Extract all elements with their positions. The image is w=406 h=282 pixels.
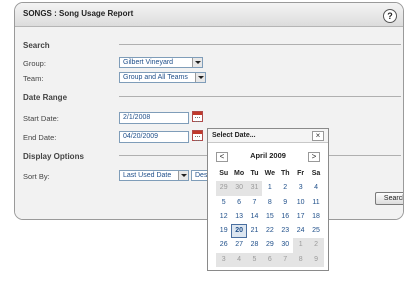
calendar-day[interactable]: 22: [262, 224, 277, 238]
chevron-down-icon[interactable]: [192, 58, 202, 67]
calendar-day[interactable]: 27: [231, 238, 246, 252]
calendar-day[interactable]: 2: [308, 238, 324, 253]
calendar-day[interactable]: 7: [277, 252, 293, 268]
calendar-day[interactable]: 30: [231, 181, 247, 196]
end-date-value: 04/20/2009: [123, 133, 159, 140]
calendar-grid: Su Mo Tu We Th Fr Sa 29 30 31 1 2 3 4 5 6 7 8 9 10 11 12 13 14 1…: [216, 167, 324, 268]
date-range-section-divider: [119, 96, 401, 97]
calendar-day[interactable]: 4: [308, 181, 323, 195]
calendar-day[interactable]: 3: [216, 252, 232, 268]
start-date-label: Start Date:: [23, 114, 59, 123]
calendar-icon[interactable]: [192, 111, 203, 122]
calendar-day[interactable]: 31: [246, 181, 263, 196]
team-select[interactable]: Group and All Teams: [119, 72, 206, 83]
calendar-week-row: 29 30 31 1 2 3 4: [216, 181, 324, 196]
calendar-day[interactable]: 19: [216, 224, 231, 238]
sort-by-value: Last Used Date: [123, 172, 172, 179]
calendar-day[interactable]: 21: [247, 224, 262, 238]
calendar-day[interactable]: 6: [231, 196, 246, 210]
calendar-week-row: 5 6 7 8 9 10 11: [216, 196, 324, 210]
date-picker-header: Select Date... ×: [208, 129, 328, 143]
calendar-day[interactable]: 11: [308, 196, 323, 210]
calendar-day[interactable]: 5: [246, 252, 263, 268]
calendar-day[interactable]: 29: [216, 181, 232, 196]
sort-direction-value: Des: [195, 172, 208, 179]
end-date-input[interactable]: 04/20/2009: [119, 131, 189, 143]
search-section-divider: [119, 44, 401, 45]
date-range-section-heading: Date Range: [23, 93, 68, 102]
weekday-header-row: Su Mo Tu We Th Fr Sa: [216, 167, 324, 181]
calendar-day[interactable]: 1: [262, 181, 277, 195]
calendar-day[interactable]: 25: [308, 224, 323, 238]
calendar-day[interactable]: 9: [278, 196, 293, 210]
help-icon[interactable]: ?: [383, 9, 397, 23]
calendar-day[interactable]: 16: [278, 210, 293, 224]
calendar-day[interactable]: 28: [247, 238, 262, 252]
group-select[interactable]: Gilbert Vineyard: [119, 57, 203, 68]
calendar-day[interactable]: 8: [262, 196, 277, 210]
weekday-label: Tu: [250, 170, 259, 177]
calendar-week-row: 19 20 21 22 23 24 25: [216, 224, 324, 239]
sort-by-label: Sort By:: [23, 172, 50, 181]
calendar-day[interactable]: 18: [308, 210, 323, 224]
weekday-label: Fr: [297, 170, 305, 177]
calendar-icon[interactable]: [192, 130, 203, 141]
date-picker-title: Select Date...: [212, 132, 256, 139]
search-button[interactable]: Search: [375, 192, 403, 205]
calendar-day[interactable]: 3: [293, 181, 308, 195]
calendar-day[interactable]: 26: [216, 238, 231, 252]
date-picker-popup: Select Date... × < April 2009 > Su Mo Tu We…: [207, 128, 329, 271]
start-date-value: 2/1/2008: [123, 114, 151, 121]
sort-by-select[interactable]: Last Used Date: [119, 170, 189, 181]
team-value: Group and All Teams: [123, 74, 188, 81]
calendar-day[interactable]: 5: [216, 196, 231, 210]
panel-header: SONGS : Song Usage Report ?: [15, 3, 403, 27]
close-icon[interactable]: ×: [312, 131, 324, 141]
calendar-day[interactable]: 14: [247, 210, 262, 224]
group-label: Group:: [23, 59, 46, 68]
search-section-heading: Search: [23, 41, 50, 50]
team-label: Team:: [23, 74, 44, 83]
display-options-section-heading: Display Options: [23, 152, 84, 161]
group-value: Gilbert Vineyard: [123, 59, 174, 66]
weekday-label: Mo: [234, 170, 245, 177]
weekday-label: We: [264, 170, 276, 177]
weekday-label: Sa: [311, 170, 321, 177]
calendar-day[interactable]: 17: [293, 210, 308, 224]
calendar-day[interactable]: 10: [293, 196, 308, 210]
calendar-day[interactable]: 8: [292, 252, 309, 268]
calendar-day[interactable]: 4: [231, 252, 247, 268]
calendar-day[interactable]: 7: [247, 196, 262, 210]
calendar-day[interactable]: 9: [308, 252, 324, 268]
calendar-day[interactable]: 15: [262, 210, 277, 224]
start-date-input[interactable]: 2/1/2008: [119, 112, 189, 124]
calendar-day-selected[interactable]: 20: [231, 224, 247, 239]
calendar-day[interactable]: 29: [262, 238, 277, 252]
calendar-day[interactable]: 23: [278, 224, 293, 238]
calendar-day[interactable]: 30: [278, 238, 293, 252]
calendar-week-row: 3456789: [216, 252, 324, 268]
calendar-day[interactable]: 12: [216, 210, 231, 224]
calendar-day[interactable]: 1: [292, 238, 309, 253]
end-date-label: End Date:: [23, 133, 57, 142]
calendar-day[interactable]: 13: [231, 210, 246, 224]
calendar-day[interactable]: 6: [262, 252, 278, 268]
calendar-day[interactable]: 2: [278, 181, 293, 195]
panel-title: SONGS : Song Usage Report: [23, 9, 134, 18]
weekday-label: Th: [280, 170, 290, 177]
calendar-week-row: 26 27 28 29 30 1 2: [216, 238, 324, 253]
chevron-down-icon[interactable]: [178, 171, 188, 180]
calendar-week-row: 12 13 14 15 16 17 18: [216, 210, 324, 224]
chevron-down-icon[interactable]: [195, 73, 205, 82]
calendar-day[interactable]: 24: [293, 224, 308, 238]
weekday-label: Su: [219, 170, 229, 177]
next-month-button[interactable]: >: [308, 152, 320, 162]
